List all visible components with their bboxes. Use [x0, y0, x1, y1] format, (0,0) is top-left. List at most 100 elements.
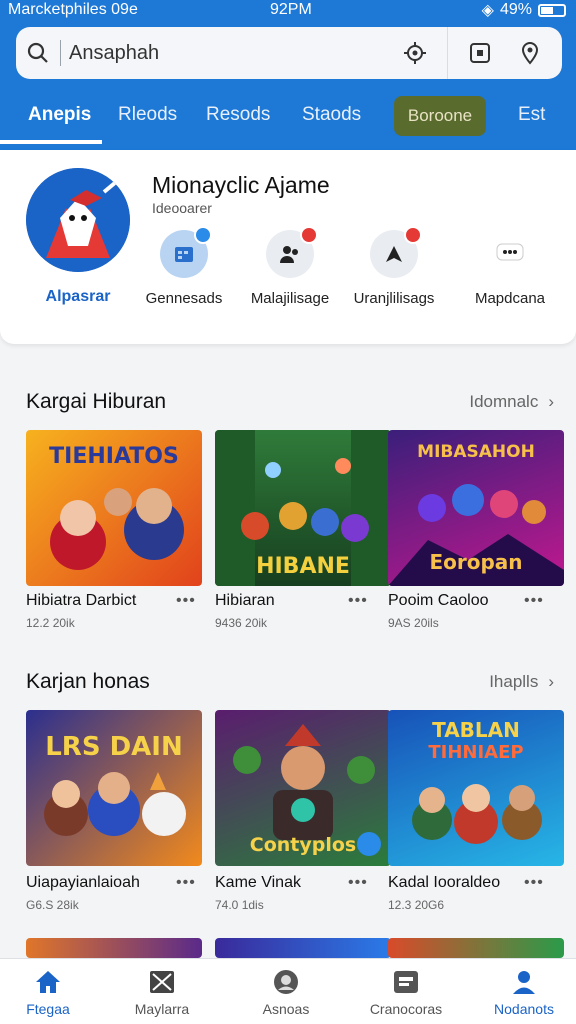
app-subtitle: Ideooarer	[152, 200, 212, 216]
more-options-icon[interactable]: •••	[348, 874, 368, 892]
tile-meta: 12.3 20G6	[388, 898, 445, 912]
game-tile-uiapayian[interactable]: LRS DAIN	[26, 710, 202, 866]
tile-name: Kadal Iooraldeo	[388, 874, 501, 891]
battery-icon	[538, 3, 566, 17]
edit-icon	[370, 226, 422, 278]
badge-dot	[194, 226, 212, 244]
briefcase-icon	[356, 967, 456, 997]
status-icons: ◈ 49%	[482, 0, 566, 20]
profile-icon	[236, 967, 336, 997]
section-more-link[interactable]: Ihaplls ›	[489, 672, 554, 692]
more-options-icon[interactable]: •••	[176, 874, 196, 892]
game-tile-partial[interactable]	[26, 938, 202, 958]
tile-name: Pooim Caoloo	[388, 592, 489, 609]
search-divider	[60, 40, 61, 66]
user-icon	[474, 967, 574, 997]
action-label: Gennesads	[145, 290, 223, 307]
nav-nodanots[interactable]: Nodanots	[474, 967, 574, 1017]
nav-label: Nodanots	[494, 1001, 554, 1017]
action-uranjlilisags[interactable]: Uranjlilisags	[346, 226, 442, 307]
chevron-right-icon: ›	[548, 672, 554, 691]
scan-icon[interactable]	[462, 35, 498, 71]
section-more-link[interactable]: Idomnalc ›	[469, 392, 554, 412]
more-options-icon[interactable]: •••	[524, 874, 544, 892]
nav-asnoas[interactable]: Asnoas	[236, 967, 336, 1017]
wifi-icon: ◈	[481, 2, 494, 19]
search-icon[interactable]	[16, 42, 60, 64]
nav-label: Maylarra	[134, 1001, 190, 1017]
status-bar: Marcketphiles 09e 92PM ◈ 49%	[0, 0, 576, 22]
action-label: Uranjlilisags	[353, 290, 435, 307]
game-tile-partial[interactable]	[215, 938, 391, 958]
nav-label: Cranocoras	[369, 1001, 443, 1017]
tab-rleods[interactable]: Rleods	[118, 104, 177, 126]
app-title: Mionayclic Ajame	[152, 172, 330, 198]
status-time: 92PM	[270, 1, 312, 18]
action-label: Malajilisage	[250, 290, 330, 307]
tile-banner: MIBASAHOH	[417, 442, 535, 462]
avatar-label: Alpasrar	[45, 288, 111, 305]
nav-cranocoras[interactable]: Cranocoras	[356, 967, 456, 1017]
verified-icon	[357, 832, 381, 856]
app-profile-card: Alpasrar Mionayclic Ajame Ideooarer Genn…	[0, 150, 576, 344]
tab-est[interactable]: Est	[518, 104, 545, 126]
game-tile-hibiatra[interactable]: TIEHIATOS	[26, 430, 202, 586]
tile-meta: 74.0 1dis	[215, 898, 264, 912]
tile-banner-secondary: TIHNIAEP	[428, 742, 524, 763]
tile-meta: 9AS 20ils	[388, 616, 439, 630]
active-tab-indicator	[0, 140, 102, 144]
home-icon	[0, 967, 98, 997]
calendar-icon	[160, 226, 212, 278]
tab-boroone[interactable]: Boroone	[394, 96, 486, 136]
search-input[interactable]: Ansaphah	[69, 42, 397, 65]
badge-dot	[404, 226, 422, 244]
more-label: Ihaplls	[489, 672, 539, 691]
bottom-nav: Ftegaa Maylarra Asnoas Cranocoras Nodano…	[0, 958, 576, 1024]
tile-meta: G6.S 28ik	[26, 898, 79, 912]
app-avatar[interactable]	[26, 168, 130, 272]
chevron-right-icon: ›	[548, 392, 554, 411]
tile-banner: TIEHIATOS	[49, 444, 179, 469]
nav-maylarra[interactable]: Maylarra	[112, 967, 212, 1017]
more-options-icon[interactable]: •••	[348, 592, 368, 610]
action-malajilisage[interactable]: Malajilisage	[242, 226, 338, 307]
tile-meta: 12.2 20ik	[26, 616, 75, 630]
battery-percent: 49%	[499, 1, 532, 18]
action-gennesads[interactable]: Gennesads	[136, 226, 232, 307]
more-label: Idomnalc	[469, 392, 539, 411]
tool-divider	[447, 27, 448, 79]
more-options-icon[interactable]: •••	[176, 592, 196, 610]
tile-meta: 9436 20ik	[215, 616, 268, 630]
game-tile-pooim[interactable]: MIBASAHOH Eoropan	[388, 430, 564, 586]
status-carrier: Marcketphiles 09e	[8, 1, 138, 18]
nav-label: Ftegaa	[26, 1001, 70, 1017]
game-tile-kadal[interactable]: TABLAN TIHNIAEP	[388, 710, 564, 866]
tile-name: Hibiaran	[215, 592, 275, 609]
tab-resods[interactable]: Resods	[206, 104, 270, 126]
gallery-icon	[112, 967, 212, 997]
category-tabs: Anepis Rleods Resods Staods Est	[0, 90, 576, 146]
tab-anepis[interactable]: Anepis	[28, 104, 91, 126]
app-header: Marcketphiles 09e 92PM ◈ 49% Ansaphah An…	[0, 0, 576, 150]
nav-ftegaa[interactable]: Ftegaa	[0, 967, 98, 1017]
action-mapdcana[interactable]: Mapdcana	[462, 230, 558, 307]
game-tile-hibiaran[interactable]: HIBANE	[215, 430, 391, 586]
tile-banner-secondary: Eoropan	[429, 550, 523, 574]
tile-banner: LRS DAIN	[45, 732, 183, 762]
badge-dot	[300, 226, 318, 244]
chat-icon	[486, 230, 534, 278]
tab-staods[interactable]: Staods	[302, 104, 361, 126]
tile-banner: TABLAN	[432, 718, 520, 742]
game-tile-partial[interactable]	[388, 938, 564, 958]
section-title: Karjan honas	[26, 670, 150, 693]
game-tile-kame-vinak[interactable]: Contyplos	[215, 710, 391, 866]
people-icon	[266, 226, 318, 278]
search-bar[interactable]: Ansaphah	[16, 27, 562, 79]
settings-icon[interactable]	[397, 35, 433, 71]
tile-banner: HIBANE	[256, 554, 350, 579]
tile-name: Kame Vinak	[215, 874, 301, 891]
section-title: Kargai Hiburan	[26, 390, 167, 413]
more-options-icon[interactable]: •••	[524, 592, 544, 610]
tile-name: Hibiatra Darbict	[26, 592, 137, 609]
location-icon[interactable]	[512, 35, 548, 71]
